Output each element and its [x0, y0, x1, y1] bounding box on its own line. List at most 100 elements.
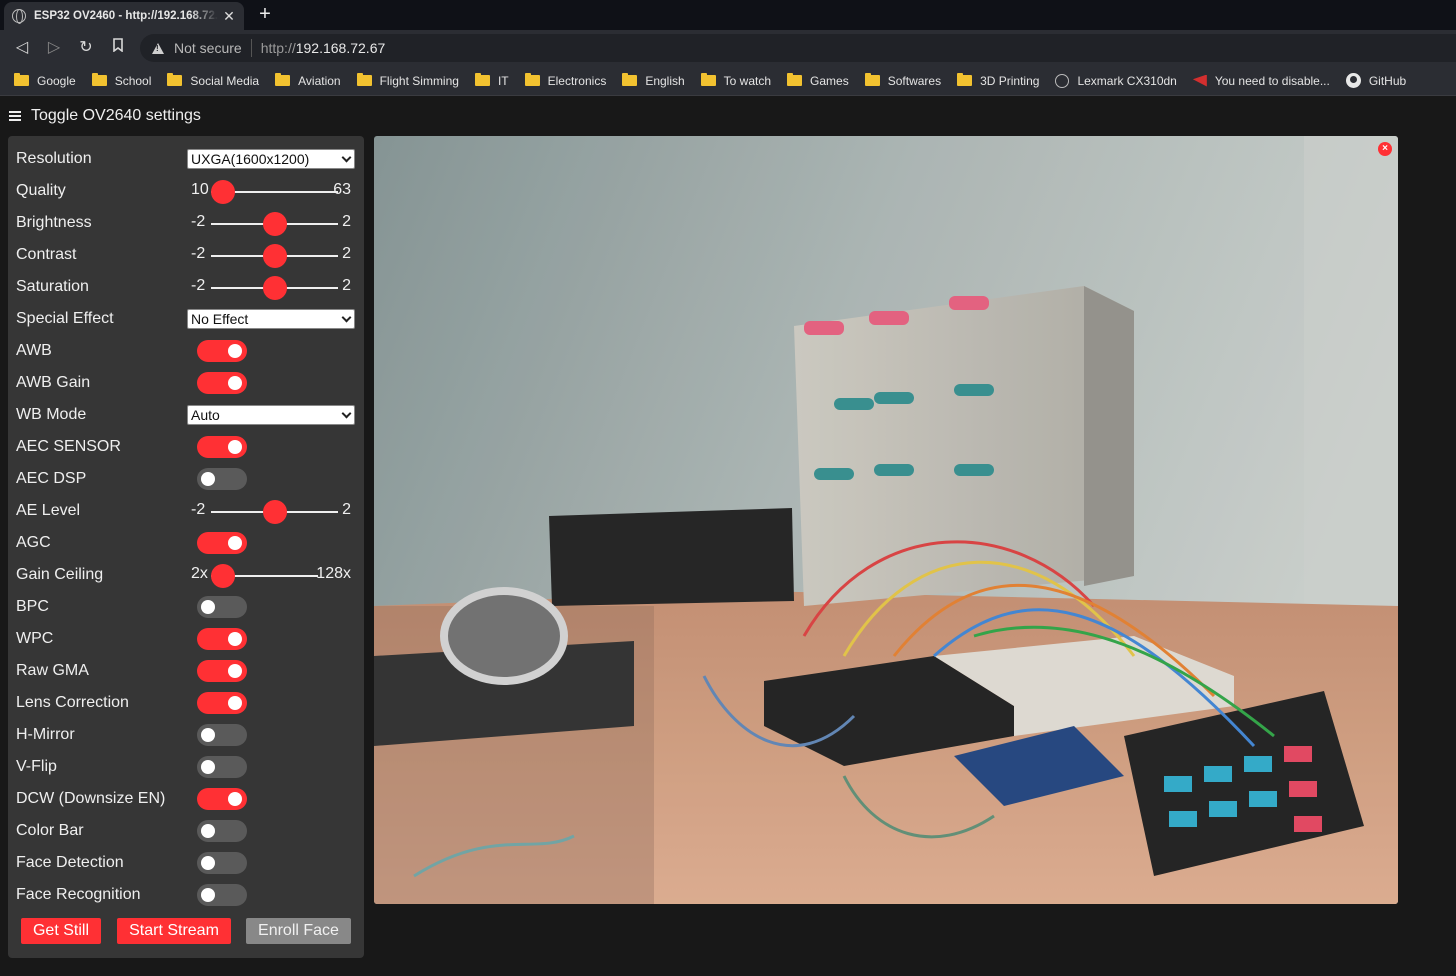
- contrast-slider[interactable]: [211, 244, 338, 268]
- face-recognition-toggle[interactable]: [197, 884, 247, 906]
- aec-dsp-toggle[interactable]: [197, 468, 247, 490]
- slider-thumb[interactable]: [262, 276, 287, 300]
- reload-icon[interactable]: ↻: [76, 38, 96, 58]
- forward-icon[interactable]: ▷: [44, 38, 64, 58]
- tab-close-icon[interactable]: ✕: [222, 8, 236, 25]
- aec-sensor-row: AEC SENSOR: [16, 431, 356, 463]
- new-tab-button[interactable]: +: [254, 3, 276, 25]
- h-mirror-toggle[interactable]: [197, 724, 247, 746]
- toggle-knob: [201, 728, 215, 742]
- wb-mode-value: Auto: [191, 407, 220, 423]
- contrast-max: 2: [342, 245, 351, 262]
- bookmark-0[interactable]: Google: [14, 73, 76, 88]
- globe-icon: [1055, 73, 1070, 88]
- get-still-button[interactable]: Get Still: [21, 918, 101, 944]
- globe-icon: [12, 9, 26, 24]
- folder-icon: [700, 73, 716, 86]
- brightness-min: -2: [191, 213, 206, 230]
- awb-gain-label: AWB Gain: [16, 374, 91, 391]
- slider-thumb[interactable]: [211, 180, 235, 204]
- face-recognition-label: Face Recognition: [16, 886, 141, 903]
- resolution-select[interactable]: UXGA(1600x1200): [187, 149, 355, 169]
- dcw-row: DCW (Downsize EN): [16, 783, 356, 815]
- wb-mode-select[interactable]: Auto: [187, 405, 355, 425]
- toggle-knob: [201, 600, 215, 614]
- toggle-settings-label: Toggle OV2640 settings: [31, 107, 201, 124]
- awb-gain-toggle[interactable]: [197, 372, 247, 394]
- bookmark-icon[interactable]: [108, 38, 128, 58]
- agc-toggle[interactable]: [197, 532, 247, 554]
- address-bar[interactable]: Not secure http:// 192.168.72.67: [140, 34, 1456, 62]
- divider: [250, 39, 252, 57]
- bookmark-3[interactable]: Aviation: [275, 73, 341, 88]
- browser-tab[interactable]: ESP32 OV2460 - http://192.168.72.67 ✕: [4, 2, 244, 30]
- bookmark-6[interactable]: Electronics: [524, 73, 607, 88]
- warning-icon: [152, 42, 164, 54]
- special-effect-select[interactable]: No Effect: [187, 309, 355, 329]
- v-flip-toggle[interactable]: [197, 756, 247, 778]
- toggle-knob: [228, 440, 242, 454]
- bookmark-10[interactable]: Softwares: [864, 73, 941, 88]
- bookmark-label: IT: [497, 73, 509, 88]
- toggle-settings[interactable]: Toggle OV2640 settings: [9, 107, 201, 125]
- awb-label: AWB: [16, 342, 52, 359]
- close-stream-icon[interactable]: ×: [1378, 142, 1392, 156]
- quality-min: 10: [191, 181, 209, 198]
- bookmark-5[interactable]: IT: [474, 73, 509, 88]
- face-detection-toggle[interactable]: [197, 852, 247, 874]
- face-detection-row: Face Detection: [16, 847, 356, 879]
- bookmark-7[interactable]: English: [622, 73, 685, 88]
- bookmark-12[interactable]: Lexmark CX310dn: [1055, 73, 1177, 88]
- bookmark-label: Electronics: [547, 73, 607, 88]
- folder-icon: [474, 73, 490, 86]
- slider-thumb[interactable]: [262, 244, 287, 268]
- bookmarks-bar: Google School Social Media Aviation Flight S…: [0, 66, 1456, 96]
- bookmark-2[interactable]: Social Media: [167, 73, 259, 88]
- color-bar-toggle[interactable]: [197, 820, 247, 842]
- gain-ceiling-min: 2x: [191, 565, 208, 582]
- toggle-knob: [201, 888, 215, 902]
- folder-icon: [622, 73, 638, 86]
- enroll-face-button[interactable]: Enroll Face: [246, 918, 351, 944]
- folder-icon: [864, 73, 880, 86]
- bookmark-14[interactable]: GitHub: [1345, 73, 1407, 88]
- slider-thumb[interactable]: [211, 564, 235, 588]
- bookmark-4[interactable]: Flight Simming: [356, 73, 459, 88]
- ae-level-max: 2: [342, 501, 351, 518]
- toggle-knob: [201, 760, 215, 774]
- start-stream-button[interactable]: Start Stream: [117, 918, 231, 944]
- chevron-down-icon: [341, 152, 352, 163]
- bookmark-label: Aviation: [298, 73, 341, 88]
- bookmark-label: Lexmark CX310dn: [1077, 73, 1177, 88]
- raw-gma-toggle[interactable]: [197, 660, 247, 682]
- ae-level-slider[interactable]: [211, 500, 338, 524]
- aec-sensor-toggle[interactable]: [197, 436, 247, 458]
- chevron-down-icon: [341, 312, 352, 323]
- security-indicator[interactable]: Not secure: [174, 40, 242, 56]
- ae-level-min: -2: [191, 501, 206, 518]
- quality-slider[interactable]: [211, 180, 338, 204]
- slider-thumb[interactable]: [262, 500, 287, 524]
- bookmark-8[interactable]: To watch: [700, 73, 771, 88]
- quality-max: 63: [333, 181, 351, 198]
- bookmark-11[interactable]: 3D Printing: [957, 73, 1039, 88]
- saturation-slider[interactable]: [211, 276, 338, 300]
- slider-thumb[interactable]: [262, 212, 287, 236]
- bpc-toggle[interactable]: [197, 596, 247, 618]
- lens-correction-toggle[interactable]: [197, 692, 247, 714]
- dcw-toggle[interactable]: [197, 788, 247, 810]
- awb-toggle[interactable]: [197, 340, 247, 362]
- bookmark-label: GitHub: [1368, 73, 1407, 88]
- gain-ceiling-slider[interactable]: [211, 564, 318, 588]
- bookmark-label: You need to disable...: [1214, 73, 1330, 88]
- bookmark-9[interactable]: Games: [787, 73, 849, 88]
- brightness-slider[interactable]: [211, 212, 338, 236]
- settings-panel: Get Still Start Stream Enroll Face Resol…: [8, 136, 364, 958]
- brightness-max: 2: [342, 213, 351, 230]
- bookmark-1[interactable]: School: [91, 73, 151, 88]
- back-icon[interactable]: ◁: [12, 38, 32, 58]
- color-bar-row: Color Bar: [16, 815, 356, 847]
- bookmark-13[interactable]: You need to disable...: [1192, 73, 1330, 88]
- toggle-knob: [228, 632, 242, 646]
- wpc-toggle[interactable]: [197, 628, 247, 650]
